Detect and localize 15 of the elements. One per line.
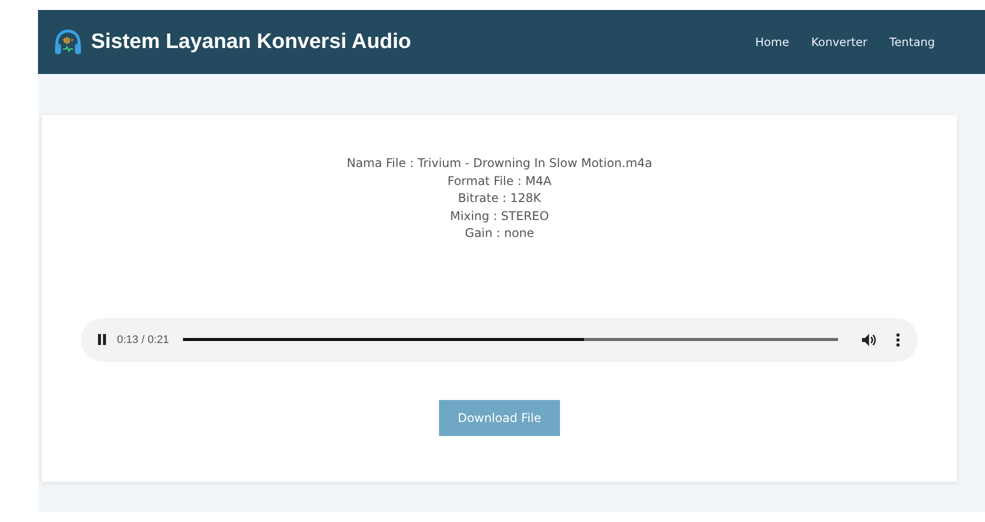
progress-track[interactable] — [183, 338, 838, 341]
site-title: Sistem Layanan Konversi Audio — [91, 30, 412, 54]
time-display: 0:13 / 0:21 — [117, 334, 169, 346]
file-info-text: Nama File : Trivium - Drowning In Slow Motion.m4a — [346, 155, 652, 172]
file-info-text: Gain : none — [464, 225, 534, 242]
nav-link[interactable]: Home — [755, 35, 790, 49]
file-info-text: Mixing : STEREO — [450, 208, 549, 224]
nav-link[interactable]: Konverter — [811, 35, 868, 49]
more-options-icon[interactable] — [896, 332, 900, 346]
headphones-logo-icon — [54, 29, 82, 55]
pause-icon[interactable] — [97, 334, 107, 345]
file-info-text: Format File : M4A — [447, 172, 552, 190]
nav-link[interactable]: Tentang — [889, 35, 935, 49]
volume-icon[interactable] — [862, 334, 876, 346]
file-info-text: Bitrate : 128K — [458, 190, 542, 207]
